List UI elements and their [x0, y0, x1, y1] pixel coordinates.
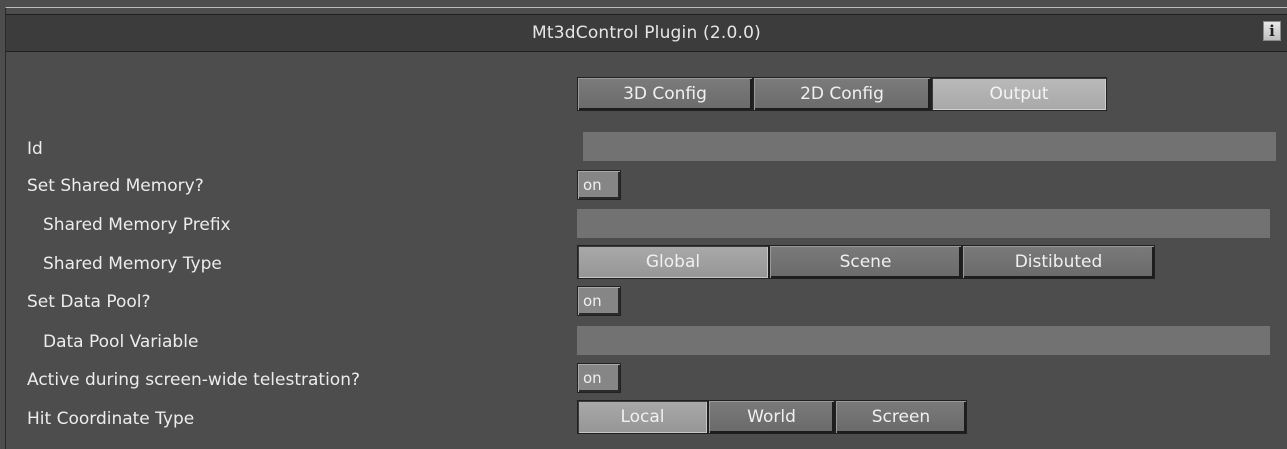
info-icon[interactable]: i [1263, 21, 1281, 41]
shared-memory-type-scene[interactable]: Scene [769, 245, 962, 279]
shared-memory-prefix-field[interactable] [577, 209, 1270, 238]
shared-memory-type-global[interactable]: Global [577, 245, 769, 279]
set-shared-memory-toggle[interactable]: on [577, 170, 621, 200]
shared-memory-type-label: Shared Memory Type [43, 254, 222, 274]
hit-coordinate-type-world[interactable]: World [708, 400, 835, 434]
hit-coordinate-type-label: Hit Coordinate Type [27, 409, 195, 429]
tab-3d-config[interactable]: 3D Config [577, 77, 753, 111]
plugin-title: Mt3dControl Plugin (2.0.0) [532, 23, 761, 43]
set-data-pool-label: Set Data Pool? [27, 292, 151, 312]
hit-coordinate-type-local[interactable]: Local [577, 400, 708, 434]
data-pool-variable-label: Data Pool Variable [43, 332, 199, 352]
shared-memory-type-distributed[interactable]: Distibuted [962, 245, 1155, 279]
active-telestration-toggle[interactable]: on [577, 363, 621, 393]
plugin-panel: Mt3dControl Plugin (2.0.0) i 3D Config 2… [5, 7, 1287, 449]
hit-coordinate-type-screen[interactable]: Screen [835, 400, 967, 434]
title-bar: Mt3dControl Plugin (2.0.0) i [6, 14, 1287, 52]
data-pool-variable-field[interactable] [577, 326, 1270, 355]
set-shared-memory-label: Set Shared Memory? [27, 176, 204, 196]
shared-memory-prefix-label: Shared Memory Prefix [43, 215, 231, 235]
set-data-pool-toggle[interactable]: on [577, 286, 621, 316]
tab-output[interactable]: Output [931, 77, 1107, 111]
active-telestration-label: Active during screen-wide telestration? [27, 370, 360, 390]
id-field[interactable] [583, 132, 1276, 161]
id-label: Id [27, 139, 43, 159]
tab-2d-config[interactable]: 2D Config [753, 77, 931, 111]
